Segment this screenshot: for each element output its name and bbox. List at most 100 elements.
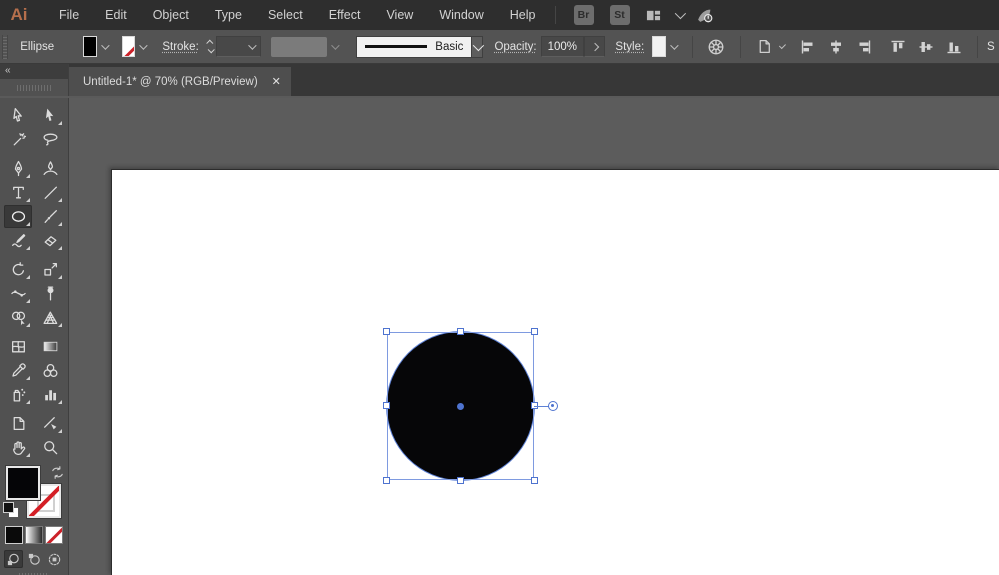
handle-s[interactable]: [457, 477, 464, 484]
handle-nw[interactable]: [383, 328, 390, 335]
tool-slice-tool[interactable]: [36, 412, 64, 435]
pie-angle-widget[interactable]: [548, 401, 558, 411]
gradient-button[interactable]: [25, 526, 43, 544]
none-button[interactable]: [45, 526, 63, 544]
tool-shape-builder-tool[interactable]: [4, 306, 32, 329]
menu-select[interactable]: Select: [255, 0, 316, 30]
handle-se[interactable]: [531, 477, 538, 484]
tool-mesh-tool[interactable]: [4, 335, 32, 358]
toolbar-grip[interactable]: [0, 79, 68, 96]
artboard[interactable]: [112, 170, 999, 575]
menu-edit[interactable]: Edit: [92, 0, 140, 30]
horizontal-align-center-icon[interactable]: [827, 39, 845, 55]
menu-bar: Ai File Edit Object Type Select Effect V…: [0, 0, 999, 30]
menu-effect[interactable]: Effect: [316, 0, 374, 30]
tool-rotate-tool[interactable]: [4, 258, 32, 281]
tool-direct-selection-tool[interactable]: [36, 104, 64, 127]
fill-swatch[interactable]: [6, 466, 40, 500]
tool-zoom-tool[interactable]: [36, 436, 64, 459]
workspace-switcher-icon[interactable]: [644, 8, 663, 23]
draw-inside-button[interactable]: [45, 550, 64, 568]
chevron-down-icon[interactable]: [101, 41, 107, 53]
default-fill-stroke-icon[interactable]: [3, 502, 18, 517]
color-button[interactable]: [5, 526, 23, 544]
tool-width-tool[interactable]: [4, 282, 32, 305]
tool-lasso-tool[interactable]: [36, 128, 64, 151]
opacity-popup-button[interactable]: [584, 36, 605, 57]
document-tab[interactable]: Untitled-1* @ 70% (RGB/Preview) ✕: [69, 67, 291, 96]
tool-symbol-sprayer-tool[interactable]: [4, 383, 32, 406]
tool-pen-tool[interactable]: [4, 157, 32, 180]
tool-ellipse-tool[interactable]: [4, 205, 32, 228]
recolor-artwork-icon[interactable]: [707, 38, 725, 56]
handle-ne[interactable]: [531, 328, 538, 335]
chevron-down-icon[interactable]: [139, 41, 145, 53]
fill-color-swatch[interactable]: [83, 36, 97, 57]
brush-definition-dropdown[interactable]: Basic: [356, 36, 472, 58]
menu-window[interactable]: Window: [426, 0, 496, 30]
handle-sw[interactable]: [383, 477, 390, 484]
tool-blend-tool[interactable]: [36, 359, 64, 382]
menu-object[interactable]: Object: [140, 0, 202, 30]
tool-column-graph-tool[interactable]: [36, 383, 64, 406]
context-label: Ellipse: [20, 41, 54, 53]
tool-line-segment-tool[interactable]: [36, 181, 64, 204]
panel-grip[interactable]: [2, 35, 8, 59]
menu-type[interactable]: Type: [202, 0, 255, 30]
draw-normal-button[interactable]: [4, 550, 23, 568]
handle-n[interactable]: [457, 328, 464, 335]
center-point[interactable]: [457, 403, 464, 410]
gpu-performance-icon[interactable]: [695, 7, 714, 24]
opacity-label[interactable]: Opacity:: [494, 41, 536, 53]
stroke-width-stepper[interactable]: [208, 40, 213, 53]
tool-magic-wand-tool[interactable]: [4, 128, 32, 151]
close-icon[interactable]: ✕: [272, 75, 281, 88]
chevron-down-icon[interactable]: [670, 41, 676, 53]
selected-ellipse[interactable]: [387, 332, 534, 480]
vertical-align-center-icon[interactable]: [917, 39, 935, 55]
illustrator-logo: Ai: [0, 0, 38, 30]
tool-curvature-tool[interactable]: [36, 157, 64, 180]
tool-puppet-warp-tool[interactable]: [36, 282, 64, 305]
swap-fill-stroke-icon[interactable]: [50, 465, 65, 485]
draw-behind-button[interactable]: [25, 550, 44, 568]
tool-selection-tool[interactable]: [4, 104, 32, 127]
handle-w[interactable]: [383, 402, 390, 409]
tool-scale-tool[interactable]: [36, 258, 64, 281]
brush-value: Basic: [435, 41, 463, 53]
menu-view[interactable]: View: [373, 0, 426, 30]
tool-perspective-grid-tool[interactable]: [36, 306, 64, 329]
opacity-field[interactable]: 100%: [541, 36, 584, 57]
tool-paintbrush-tool[interactable]: [36, 205, 64, 228]
document-setup-icon[interactable]: [756, 38, 773, 55]
menu-help[interactable]: Help: [497, 0, 549, 30]
horizontal-align-right-icon[interactable]: [855, 39, 873, 55]
menu-file[interactable]: File: [46, 0, 92, 30]
stock-button[interactable]: St: [610, 5, 630, 25]
tool-hand-tool[interactable]: [4, 436, 32, 459]
control-bar: Ellipse Stroke: Basic Opacity: 100%: [0, 30, 999, 64]
style-label[interactable]: Style:: [615, 41, 644, 53]
vertical-align-top-icon[interactable]: [889, 39, 907, 55]
tool-shaper-tool[interactable]: [4, 229, 32, 252]
canvas[interactable]: [69, 98, 999, 575]
bridge-button[interactable]: Br: [574, 5, 594, 25]
chevron-down-icon[interactable]: [674, 8, 685, 19]
tool-gradient-tool[interactable]: [36, 335, 64, 358]
document-tab-title: Untitled-1* @ 70% (RGB/Preview): [83, 76, 258, 88]
horizontal-align-left-icon[interactable]: [799, 39, 817, 55]
brush-dropdown-chevron[interactable]: [472, 36, 483, 58]
vertical-align-bottom-icon[interactable]: [945, 39, 963, 55]
stroke-label[interactable]: Stroke:: [162, 41, 198, 53]
tool-artboard-tool[interactable]: [4, 412, 32, 435]
tool-eyedropper-tool[interactable]: [4, 359, 32, 382]
collapse-panel-button[interactable]: «: [0, 64, 68, 79]
style-swatch[interactable]: [652, 36, 666, 57]
stroke-width-dropdown[interactable]: [216, 36, 262, 57]
tool-type-tool[interactable]: [4, 181, 32, 204]
tool-grid: [0, 98, 68, 460]
pie-widget-line: [534, 406, 549, 407]
tool-eraser-tool[interactable]: [36, 229, 64, 252]
chevron-down-icon[interactable]: [779, 42, 786, 49]
stroke-color-swatch[interactable]: [122, 36, 136, 57]
